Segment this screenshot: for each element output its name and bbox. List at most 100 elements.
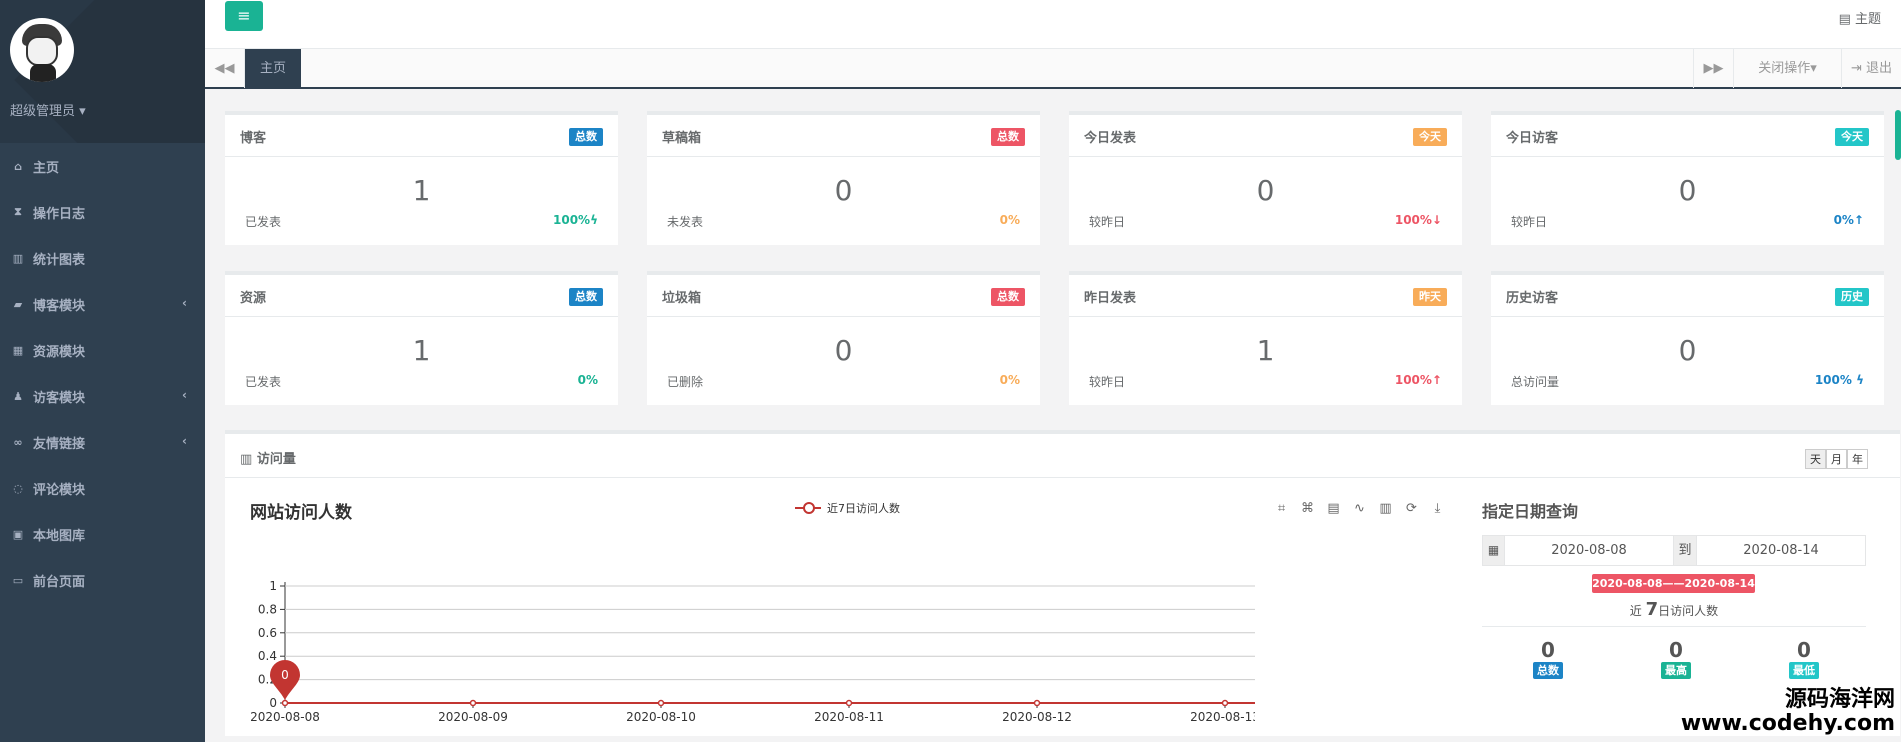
markpoint-label: 0 [281,668,289,682]
sidebar-item-8[interactable]: ▣ 本地图库 [0,511,205,557]
card-value: 1 [412,334,431,367]
sidebar-item-9[interactable]: ▭ 前台页面 [0,557,205,603]
sidebar-item-label: 评论模块 [33,482,86,498]
sidebar-item-3[interactable]: ▰ 博客模块 ‹ [0,281,205,327]
card-value: 0 [834,174,853,207]
line-chart-icon[interactable]: ∿ [1351,500,1368,517]
logout-button[interactable]: ⇥ 退出 [1841,49,1901,88]
stat-total: 0 总数 [1518,638,1578,679]
start-date-input[interactable]: 2020-08-08 [1505,536,1673,565]
image-icon: ▣ [12,527,24,541]
card-badge: 总数 [569,288,603,306]
card-value: 0 [834,334,853,367]
tab-scroll-left-button[interactable]: ◀◀ [205,49,245,88]
data-point [657,699,665,707]
range-badge: 2020-08-08——2020-08-14 [1592,574,1755,593]
card-subtext: 较昨日 [1089,375,1126,389]
period-year-button[interactable]: 年 [1847,449,1868,469]
line-chart: 00.20.40.60.812020-08-08 2020-08-09 2020-0… [250,579,1255,724]
zoom-reset-icon[interactable]: ⌘ [1299,500,1316,517]
y-tick-label: 1 [269,579,277,593]
x-tick-label: 2020-08-09 [438,710,508,724]
end-date-input[interactable]: 2020-08-14 [1697,536,1865,565]
recent-label: 近 7日访问人数 [1482,599,1866,620]
watermark: 源码海洋网 www.codehy.com [1681,688,1895,736]
refresh-icon[interactable]: ⟳ [1403,500,1420,517]
profile-area: 超级管理员 ▾ [0,0,205,143]
menu-toggle-button[interactable]: ≡ [225,1,263,31]
stat-card: 草稿箱 总数 0 未发表 0% [647,111,1040,245]
stat-card: 资源 总数 1 已发表 0% [225,271,618,405]
chevron-left-icon: ‹ [182,296,187,310]
sidebar-item-label: 主页 [33,160,60,176]
recent-suffix: 日访问人数 [1658,604,1719,618]
card-header: 昨日发表 昨天 [1069,275,1462,317]
card-badge: 今天 [1413,128,1447,146]
card-header: 今日发表 今天 [1069,115,1462,157]
card-badge: 今天 [1835,128,1869,146]
theme-icon: ▤ [1838,12,1855,27]
sidebar-item-5[interactable]: ♟ 访客模块 ‹ [0,373,205,419]
sidebar-item-label: 统计图表 [33,252,86,268]
data-point [1221,699,1229,707]
sidebar-item-2[interactable]: ▥ 统计图表 [0,235,205,281]
scrollbar-thumb[interactable] [1895,110,1901,160]
stat-card: 今日发表 今天 0 较昨日 100%↓ [1069,111,1462,245]
sidebar-item-0[interactable]: ⌂ 主页 [0,143,205,189]
user-menu[interactable]: 超级管理员 ▾ [10,100,86,119]
stat-max-value: 0 [1669,638,1683,662]
card-subtext: 已发表 [245,375,282,389]
download-icon[interactable]: ⤓ [1429,500,1446,517]
card-badge: 昨天 [1413,288,1447,306]
sidebar-item-7[interactable]: ◌ 评论模块 [0,465,205,511]
card-title: 历史访客 [1506,291,1559,306]
theme-button[interactable]: ▤ 主题 [1839,8,1881,27]
date-range-input: ▦ 2020-08-08 到 2020-08-14 [1482,535,1866,566]
sidebar-item-4[interactable]: ▦ 资源模块 [0,327,205,373]
tab-home[interactable]: 主页 [245,49,301,88]
panel-header: ▥ 访问量 天 月 年 [225,434,1900,478]
sidebar-item-label: 前台页面 [33,574,86,590]
period-day-button[interactable]: 天 [1805,449,1826,469]
card-header: 今日访客 今天 [1491,115,1884,157]
card-subtext: 已删除 [667,375,704,389]
stat-total-value: 0 [1541,638,1555,662]
sidebar-item-label: 访客模块 [33,390,86,406]
card-percent: 0%↑ [1833,213,1864,227]
period-month-button[interactable]: 月 [1826,449,1847,469]
calendar-icon: ▦ [1483,536,1505,565]
sidebar-item-1[interactable]: ⧗ 操作日志 [0,189,205,235]
stat-card: 今日访客 今天 0 较昨日 0%↑ [1491,111,1884,245]
card-subtext: 较昨日 [1089,215,1126,229]
card-badge: 历史 [1835,288,1869,306]
y-tick-label: 0.6 [258,626,277,640]
chevron-left-icon: ‹ [182,388,187,402]
zoom-icon[interactable]: ⌗ [1273,500,1290,517]
forward-icon: ▶▶ [1703,61,1724,76]
stat-max: 0 最高 [1646,638,1706,679]
avatar[interactable] [10,18,74,82]
period-selector: 天 月 年 [1805,449,1868,469]
card-title: 昨日发表 [1084,291,1137,306]
card-title: 今日访客 [1506,131,1559,146]
card-value: 0 [1678,174,1697,207]
card-value: 1 [412,174,431,207]
card-title: 博客 [240,131,267,146]
sidebar-item-6[interactable]: ∞ 友情链接 ‹ [0,419,205,465]
y-tick-label: 0.8 [258,602,277,616]
x-tick-label: 2020-08-12 [1002,710,1072,724]
close-ops-dropdown[interactable]: 关闭操作▾ [1733,49,1841,88]
recent-prefix: 近 [1629,604,1642,618]
card-percent: 0% [999,213,1020,227]
data-view-icon[interactable]: ▤ [1325,500,1342,517]
card-header: 草稿箱 总数 [647,115,1040,157]
card-value: 1 [1256,334,1275,367]
chevron-left-icon: ‹ [182,434,187,448]
user-icon: ♟ [13,389,23,403]
logout-label: 退出 [1866,61,1893,76]
bar-chart-switch-icon[interactable]: ▥ [1377,500,1394,517]
home-icon: ⌂ [14,159,22,173]
tab-scroll-right-button[interactable]: ▶▶ [1693,49,1733,88]
bar-chart-icon: ▥ [240,452,257,467]
to-label: 到 [1673,536,1697,565]
